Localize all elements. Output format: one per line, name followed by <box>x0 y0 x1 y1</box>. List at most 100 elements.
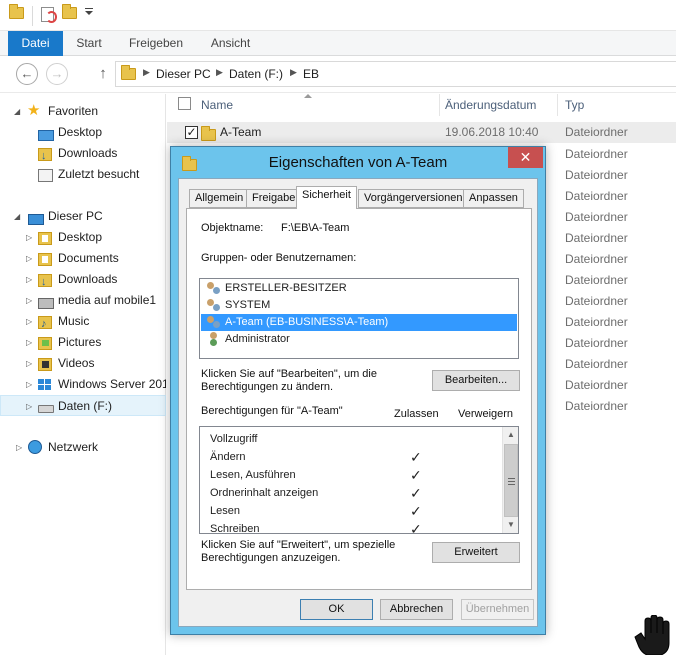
scroll-thumb[interactable] <box>504 444 518 517</box>
nav-item-windows-server[interactable]: ▷ Windows Server 201 <box>0 374 166 395</box>
nav-item-label: Music <box>58 314 90 328</box>
nav-item-media[interactable]: ▷ media auf mobile1 <box>0 290 166 311</box>
column-divider[interactable] <box>557 94 558 116</box>
list-item[interactable]: SYSTEM <box>201 297 517 314</box>
list-item-selected[interactable]: A-Team (EB-BUSINESS\A-Team) <box>201 314 517 331</box>
dialog-client: Allgemein Freigabe Sicherheit Vorgängerv… <box>178 178 538 627</box>
tab-sharing[interactable]: Freigabe <box>246 189 302 208</box>
collapse-icon[interactable]: ◢ <box>14 206 20 227</box>
nav-this-pc[interactable]: ◢ Dieser PC <box>0 206 166 227</box>
nav-item-desktop[interactable]: Desktop <box>0 122 166 143</box>
file-type: Dateiordner <box>565 357 628 371</box>
pictures-icon <box>38 336 52 353</box>
close-button[interactable]: ✕ <box>508 147 543 168</box>
tab-security[interactable]: Sicherheit <box>296 186 357 209</box>
breadcrumb-this-pc[interactable]: Dieser PC <box>156 67 211 81</box>
tab-view[interactable]: Ansicht <box>203 31 258 56</box>
tab-share[interactable]: Freigeben <box>121 31 191 56</box>
column-name[interactable]: Name <box>201 94 439 118</box>
forward-button[interactable]: → <box>46 63 68 85</box>
computer-icon <box>28 211 44 227</box>
select-all-checkbox[interactable] <box>178 97 191 110</box>
nav-item-pictures[interactable]: ▷ Pictures <box>0 332 166 353</box>
allow-check-icon: ✓ <box>410 485 422 501</box>
expand-icon[interactable]: ▷ <box>26 374 32 395</box>
expand-icon[interactable]: ▷ <box>16 437 22 458</box>
expand-icon[interactable]: ▷ <box>26 269 32 290</box>
tab-home[interactable]: Start <box>69 31 109 56</box>
tab-previous-versions[interactable]: Vorgängerversionen <box>358 189 469 208</box>
nav-item-label: Windows Server 201 <box>58 377 166 391</box>
nav-item-recent[interactable]: Zuletzt besucht <box>0 164 166 185</box>
breadcrumb-drive[interactable]: Daten (F:) <box>229 67 283 81</box>
nav-item-videos[interactable]: ▷ Videos <box>0 353 166 374</box>
folder-icon[interactable] <box>9 4 24 25</box>
expand-icon[interactable]: ▷ <box>26 227 32 248</box>
nav-favorites[interactable]: ◢ ★ Favoriten <box>0 101 166 122</box>
star-icon: ★ <box>27 102 41 119</box>
ok-button[interactable]: OK <box>300 599 373 620</box>
column-divider[interactable] <box>439 94 440 116</box>
tab-customize[interactable]: Anpassen <box>463 189 524 208</box>
file-name: A-Team <box>220 125 262 139</box>
customize-quick-access-icon[interactable] <box>85 8 93 15</box>
nav-item-data-drive[interactable]: ▷ Daten (F:) <box>0 395 166 416</box>
column-type[interactable]: Typ <box>565 94 665 118</box>
principals-list[interactable]: ERSTELLER-BESITZER SYSTEM A-Team (EB-BUS… <box>199 278 519 359</box>
permissions-list[interactable]: Vollzugriff Ändern ✓ Lesen, Ausführen ✓ Or… <box>199 426 519 534</box>
ribbon-tabs: Datei Start Freigeben Ansicht <box>0 31 676 56</box>
up-button[interactable]: ↑ <box>96 63 110 85</box>
permission-name: Schreiben <box>210 523 260 534</box>
expand-icon[interactable]: ▷ <box>26 353 32 374</box>
expand-icon[interactable]: ▷ <box>26 311 32 332</box>
expand-icon[interactable]: ▷ <box>26 290 32 311</box>
nav-item-label: Downloads <box>58 272 118 286</box>
file-type: Dateiordner <box>565 189 628 203</box>
file-type: Dateiordner <box>565 399 628 413</box>
nav-item-music[interactable]: ▷ Music <box>0 311 166 332</box>
file-type: Dateiordner <box>565 125 628 139</box>
permissions-scrollbar[interactable]: ▲ ▼ <box>502 427 518 533</box>
nav-item-label: Documents <box>58 251 119 265</box>
cancel-button[interactable]: Abbrechen <box>380 599 453 620</box>
file-type: Dateiordner <box>565 210 628 224</box>
expand-icon[interactable]: ▷ <box>26 332 32 353</box>
scroll-down-icon[interactable]: ▼ <box>503 517 518 533</box>
nav-network-label: Netzwerk <box>48 440 99 454</box>
nav-network[interactable]: ▷ Netzwerk <box>0 437 166 458</box>
properties-icon[interactable] <box>41 7 57 25</box>
advanced-button[interactable]: Erweitert <box>432 542 520 563</box>
table-row[interactable]: ✓ A-Team 19.06.2018 10:40 Dateiordner <box>167 122 676 143</box>
nav-item-downloads[interactable]: Downloads <box>0 143 166 164</box>
security-panel: Objektname: F:\EB\A-Team Gruppen- oder B… <box>186 208 532 590</box>
tab-file[interactable]: Datei <box>8 31 63 56</box>
scroll-up-icon[interactable]: ▲ <box>503 427 518 443</box>
row-checkbox[interactable]: ✓ <box>185 126 198 139</box>
nav-item-downloads[interactable]: ▷ Downloads <box>0 269 166 290</box>
downloads-icon <box>38 272 52 290</box>
back-button[interactable]: ← <box>16 63 38 85</box>
dialog-title-bar[interactable]: Eigenschaften von A-Team ✕ <box>171 147 545 178</box>
permission-row: Lesen, Ausführen ✓ <box>210 466 500 484</box>
apply-button[interactable]: Übernehmen <box>461 599 534 620</box>
expand-icon[interactable]: ▷ <box>26 248 32 269</box>
tab-general[interactable]: Allgemein <box>189 189 250 208</box>
breadcrumb-separator-icon: ▶ <box>290 67 297 77</box>
list-item[interactable]: Administrator <box>201 331 517 348</box>
address-bar[interactable]: ▶ Dieser PC ▶ Daten (F:) ▶ EB <box>115 61 676 87</box>
list-item[interactable]: ERSTELLER-BESITZER <box>201 280 517 297</box>
nav-favorites-label: Favoriten <box>48 104 99 118</box>
column-date[interactable]: Änderungsdatum <box>445 94 557 118</box>
nav-item-label: Desktop <box>58 125 103 139</box>
permission-name: Lesen, Ausführen <box>210 469 296 481</box>
new-folder-icon[interactable] <box>62 4 77 25</box>
expand-icon[interactable]: ▷ <box>26 396 32 415</box>
collapse-icon[interactable]: ◢ <box>14 101 20 122</box>
address-row: ← → ↑ ▶ Dieser PC ▶ Daten (F:) ▶ EB <box>0 56 676 93</box>
file-type: Dateiordner <box>565 273 628 287</box>
nav-item-documents[interactable]: ▷ Documents <box>0 248 166 269</box>
edit-button[interactable]: Bearbeiten... <box>432 370 520 391</box>
nav-item-desktop[interactable]: ▷ Desktop <box>0 227 166 248</box>
allow-header: Zulassen <box>394 408 439 420</box>
breadcrumb-eb[interactable]: EB <box>303 67 319 81</box>
